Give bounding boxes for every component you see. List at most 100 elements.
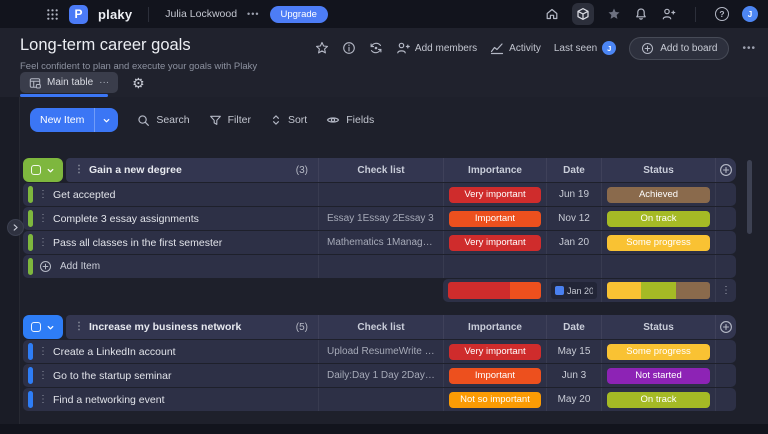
upgrade-button[interactable]: Upgrade bbox=[270, 6, 328, 23]
importance-badge[interactable]: Not so important bbox=[449, 392, 541, 408]
workspace-name[interactable]: Julia Lockwood bbox=[165, 8, 237, 20]
favorites-star-icon[interactable] bbox=[607, 7, 621, 21]
importance-badge[interactable]: Very important bbox=[449, 187, 541, 203]
column-header-importance[interactable]: Importance bbox=[443, 315, 546, 339]
importance-cell[interactable]: Very important bbox=[443, 183, 546, 206]
column-header-checklist[interactable]: Check list bbox=[318, 315, 443, 339]
date-cell[interactable]: Jun 3 bbox=[546, 364, 601, 387]
drag-handle-icon[interactable]: ⋮ bbox=[38, 238, 48, 248]
user-avatar[interactable]: J bbox=[742, 6, 758, 22]
column-header-checklist[interactable]: Check list bbox=[318, 158, 443, 182]
drag-handle-icon[interactable]: ⋮ bbox=[38, 395, 48, 405]
date-cell[interactable]: May 15 bbox=[546, 340, 601, 363]
activity-button[interactable]: Activity bbox=[490, 41, 541, 55]
drag-handle-icon[interactable]: ⋮ bbox=[74, 322, 84, 332]
summary-menu-icon[interactable]: ⋮ bbox=[715, 279, 736, 302]
sync-automation-icon[interactable] bbox=[369, 41, 383, 55]
date-cell[interactable]: May 20 bbox=[546, 388, 601, 411]
item-name-cell[interactable]: ⋮ Get accepted bbox=[23, 183, 318, 206]
sort-button[interactable]: Sort bbox=[270, 114, 307, 126]
item-name-cell[interactable]: ⋮ Go to the startup seminar bbox=[23, 364, 318, 387]
importance-cell[interactable]: Very important bbox=[443, 231, 546, 254]
board-menu-icon[interactable]: ••• bbox=[742, 43, 756, 54]
drag-handle-icon[interactable]: ⋮ bbox=[74, 165, 84, 175]
checklist-cell[interactable]: Upload ResumeWrite an intere... bbox=[318, 340, 443, 363]
column-header-status[interactable]: Status bbox=[601, 315, 715, 339]
importance-cell[interactable]: Important bbox=[443, 207, 546, 230]
checklist-cell[interactable] bbox=[318, 183, 443, 206]
drag-handle-icon[interactable]: ⋮ bbox=[38, 190, 48, 200]
status-badge[interactable]: Not started bbox=[607, 368, 710, 384]
status-cell[interactable]: On track bbox=[601, 388, 715, 411]
status-badge[interactable]: On track bbox=[607, 392, 710, 408]
date-cell[interactable]: Jun 19 bbox=[546, 183, 601, 206]
group-title-cell[interactable]: ⋮ Increase my business network (5) bbox=[66, 315, 318, 339]
group-name[interactable]: Gain a new degree bbox=[89, 164, 182, 176]
checklist-cell[interactable] bbox=[318, 388, 443, 411]
group-name[interactable]: Increase my business network bbox=[89, 321, 241, 333]
table-row[interactable]: ⋮ Go to the startup seminar Daily:Day 1 … bbox=[23, 364, 736, 387]
search-button[interactable]: Search bbox=[137, 114, 189, 127]
add-column-button[interactable] bbox=[715, 315, 736, 339]
status-cell[interactable]: Some progress bbox=[601, 231, 715, 254]
tab-main-table[interactable]: Main table ··· bbox=[20, 72, 118, 93]
status-badge[interactable]: Achieved bbox=[607, 187, 710, 203]
checklist-cell[interactable]: Essay 1Essay 2Essay 3 bbox=[318, 207, 443, 230]
status-badge[interactable]: Some progress bbox=[607, 235, 710, 251]
column-header-date[interactable]: Date bbox=[546, 158, 601, 182]
chevron-down-icon[interactable] bbox=[46, 166, 55, 175]
column-header-date[interactable]: Date bbox=[546, 315, 601, 339]
add-to-board-button[interactable]: Add to board bbox=[629, 37, 729, 60]
board-settings-gear-icon[interactable]: ⚙ bbox=[132, 76, 145, 90]
expand-sidebar-button[interactable] bbox=[7, 219, 24, 236]
item-name-cell[interactable]: ⋮ Complete 3 essay assignments bbox=[23, 207, 318, 230]
logo-wordmark[interactable]: plaky bbox=[98, 7, 132, 22]
new-item-label[interactable]: New Item bbox=[30, 114, 94, 126]
drag-handle-icon[interactable]: ⋮ bbox=[38, 347, 48, 357]
status-summary-cell[interactable] bbox=[601, 279, 715, 302]
apps-grid-icon[interactable] bbox=[46, 8, 59, 21]
invite-member-icon[interactable] bbox=[661, 7, 676, 21]
status-cell[interactable]: Achieved bbox=[601, 183, 715, 206]
table-row[interactable]: ⋮ Create a LinkedIn account Upload Resum… bbox=[23, 340, 736, 363]
plaky-logo[interactable]: P bbox=[69, 5, 88, 24]
checklist-cell[interactable]: Daily:Day 1 Day 2Day 3Day 4D... bbox=[318, 364, 443, 387]
chevron-down-icon[interactable] bbox=[46, 323, 55, 332]
new-item-split-button[interactable]: New Item bbox=[30, 108, 118, 132]
status-cell[interactable]: Some progress bbox=[601, 340, 715, 363]
help-icon[interactable]: ? bbox=[715, 7, 729, 21]
tab-menu-icon[interactable]: ··· bbox=[99, 77, 109, 88]
column-header-importance[interactable]: Importance bbox=[443, 158, 546, 182]
importance-badge[interactable]: Very important bbox=[449, 344, 541, 360]
add-item-button[interactable]: Add Item bbox=[23, 255, 318, 278]
status-badge[interactable]: On track bbox=[607, 211, 710, 227]
group-collapse-pill[interactable] bbox=[23, 315, 63, 339]
status-cell[interactable]: Not started bbox=[601, 364, 715, 387]
table-row[interactable]: ⋮ Find a networking event Not so importa… bbox=[23, 388, 736, 411]
drag-handle-icon[interactable]: ⋮ bbox=[38, 371, 48, 381]
date-cell[interactable]: Nov 12 bbox=[546, 207, 601, 230]
status-cell[interactable]: On track bbox=[601, 207, 715, 230]
add-item-row[interactable]: Add Item bbox=[23, 255, 736, 278]
add-column-button[interactable] bbox=[715, 158, 736, 182]
boards-icon[interactable] bbox=[572, 3, 594, 25]
new-item-dropdown[interactable] bbox=[95, 116, 118, 125]
table-row[interactable]: ⋮ Pass all classes in the first semester… bbox=[23, 231, 736, 254]
filter-button[interactable]: Filter bbox=[209, 114, 251, 127]
add-members-button[interactable]: Add members bbox=[396, 41, 477, 55]
last-seen[interactable]: Last seen J bbox=[554, 41, 616, 55]
date-cell[interactable]: Jan 20 bbox=[546, 231, 601, 254]
checklist-cell[interactable]: Mathematics 1Management 1... bbox=[318, 231, 443, 254]
status-badge[interactable]: Some progress bbox=[607, 344, 710, 360]
importance-cell[interactable]: Very important bbox=[443, 340, 546, 363]
drag-handle-icon[interactable]: ⋮ bbox=[38, 214, 48, 224]
notifications-bell-icon[interactable] bbox=[634, 7, 648, 21]
item-name-cell[interactable]: ⋮ Find a networking event bbox=[23, 388, 318, 411]
item-name-cell[interactable]: ⋮ Pass all classes in the first semester bbox=[23, 231, 318, 254]
home-icon[interactable] bbox=[545, 7, 559, 21]
group-collapse-pill[interactable] bbox=[23, 158, 63, 182]
favorite-board-star-icon[interactable] bbox=[315, 41, 329, 55]
importance-cell[interactable]: Important bbox=[443, 364, 546, 387]
importance-badge[interactable]: Important bbox=[449, 211, 541, 227]
importance-badge[interactable]: Important bbox=[449, 368, 541, 384]
